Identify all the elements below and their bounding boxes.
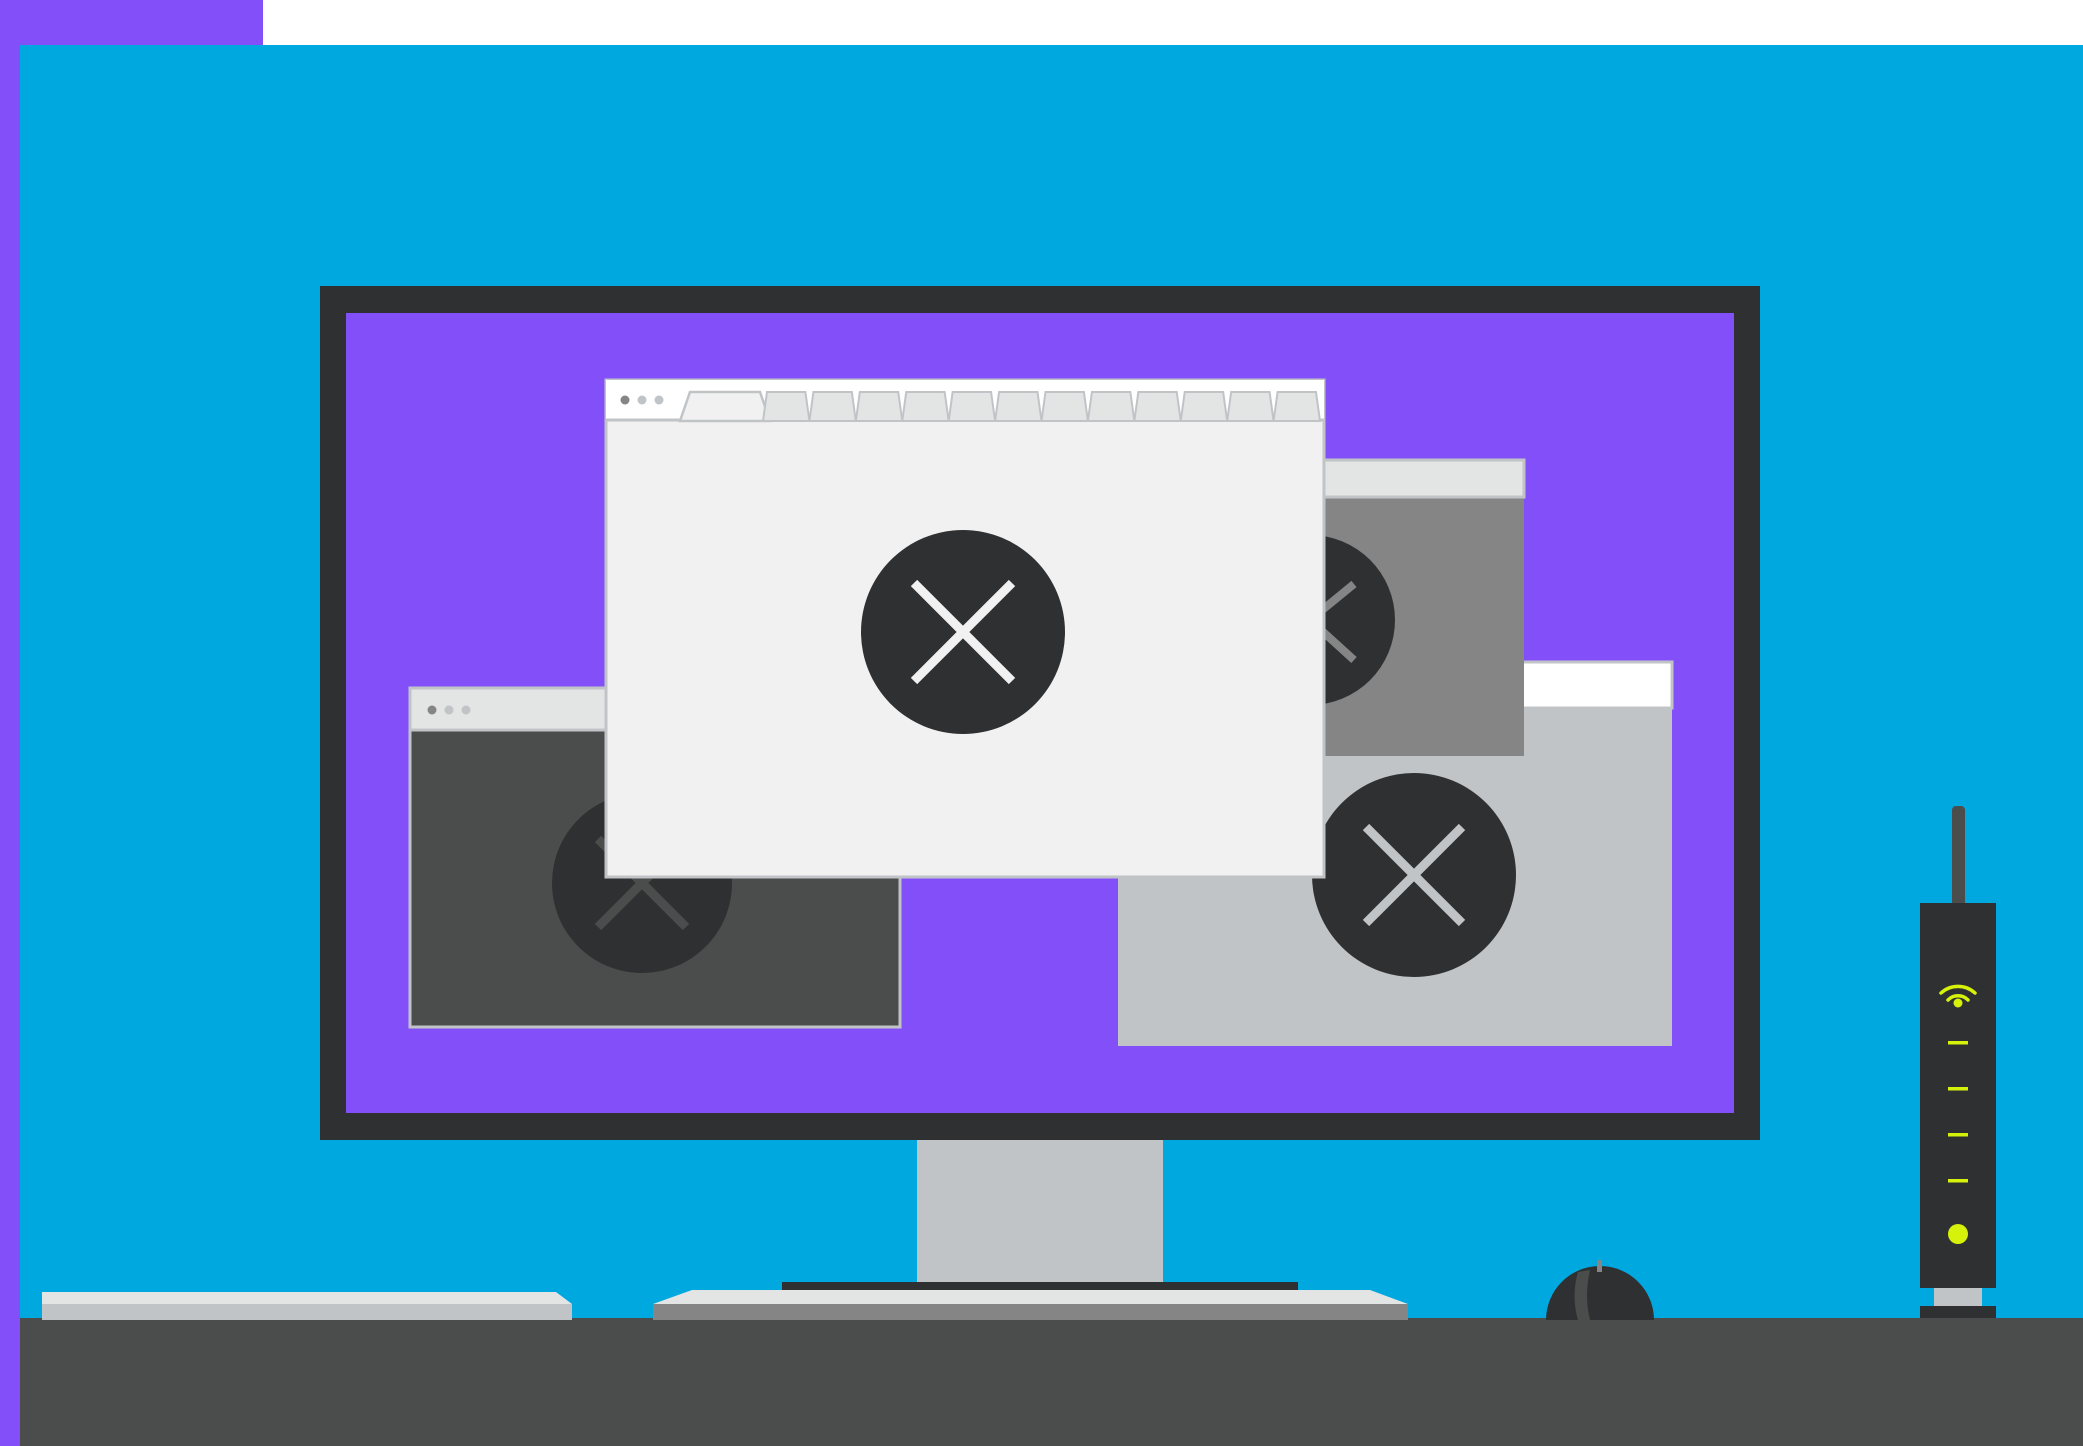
left-accent-strip [0, 0, 20, 1446]
status-dash-icon [1948, 1133, 1968, 1137]
power-dot-icon [1948, 1224, 1968, 1244]
window-back-titlebar [1308, 458, 1526, 499]
tab-active[interactable] [678, 390, 772, 423]
top-left-accent-bar [0, 0, 263, 45]
keyboard [42, 1292, 572, 1320]
status-dash-icon [1948, 1087, 1968, 1091]
tab-inactive[interactable] [854, 391, 904, 422]
window-left-dot-3[interactable] [461, 705, 471, 715]
router-foot [1920, 1306, 1996, 1318]
illustration-scene [0, 0, 2083, 1446]
tab-inactive[interactable] [1226, 391, 1275, 422]
router-antenna [1952, 806, 1965, 906]
window-left-dot-2[interactable] [444, 705, 454, 715]
tab-inactive[interactable] [1040, 391, 1090, 422]
monitor-stand-base [782, 1282, 1298, 1291]
window-right-titlebar [1520, 660, 1674, 710]
tab-inactive[interactable] [808, 391, 857, 422]
desk-surface [20, 1318, 2083, 1446]
browser-window-main[interactable] [604, 378, 1326, 879]
tab-inactive[interactable] [1179, 391, 1229, 422]
window-main-dot-1[interactable] [620, 395, 630, 405]
tab-inactive[interactable] [947, 391, 997, 422]
status-dash-icon [1948, 1179, 1968, 1183]
router-stand [1934, 1288, 1982, 1306]
tab-inactive[interactable] [993, 391, 1043, 422]
status-dash-icon [1948, 1041, 1968, 1045]
wifi-icon-dot [1953, 998, 1963, 1008]
window-main-dot-3[interactable] [654, 395, 664, 405]
monitor-stand-neck [917, 1139, 1163, 1285]
window-left-dot-1[interactable] [427, 705, 437, 715]
tab-inactive[interactable] [901, 391, 950, 422]
tab-inactive[interactable] [1086, 391, 1136, 422]
desk-tablet [653, 1290, 1408, 1320]
window-main-dot-2[interactable] [637, 395, 647, 405]
window-left-titlebar [408, 686, 612, 732]
scene-svg [0, 0, 2083, 1446]
tab-inactive[interactable] [761, 391, 811, 422]
tab-inactive[interactable] [1133, 391, 1182, 422]
tab-inactive[interactable] [1272, 391, 1322, 422]
mouse-cord [1597, 1260, 1602, 1272]
